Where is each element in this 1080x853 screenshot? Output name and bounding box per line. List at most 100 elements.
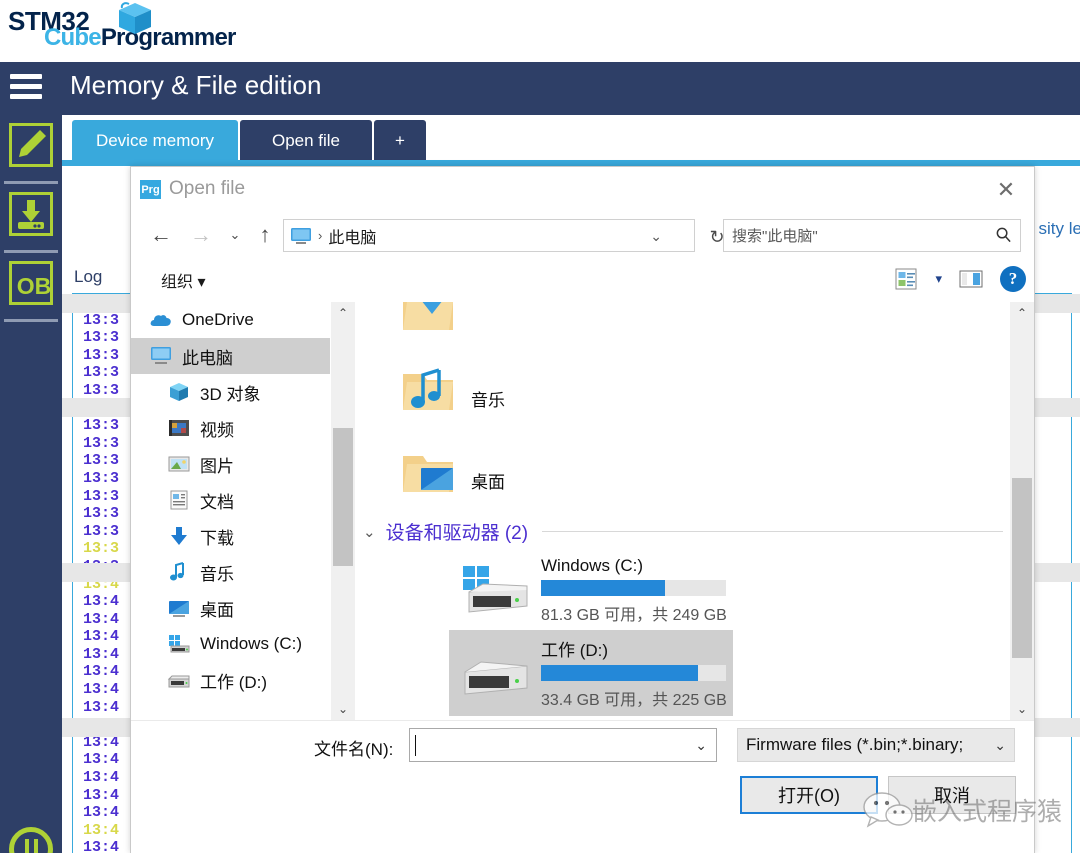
tree-item-3[interactable]: 视频 <box>131 410 330 446</box>
filename-chevron-down-icon[interactable]: ⌄ <box>695 737 707 754</box>
videos-icon <box>167 417 191 439</box>
group-rule <box>542 531 1003 532</box>
list-item[interactable]: 音乐 <box>397 360 505 422</box>
cancel-button[interactable]: 取消 <box>888 776 1016 814</box>
this-pc-icon <box>290 227 312 245</box>
file-type-filter-value: Firmware files (*.bin;*.binary; <box>746 735 964 754</box>
tree-scrollbar-thumb[interactable] <box>333 428 353 566</box>
documents-icon <box>167 489 191 511</box>
toolbar-right-group: ▾ ? <box>893 266 1026 292</box>
tree-item-2[interactable]: 3D 对象 <box>131 374 330 410</box>
sidebar-item-external-loaders[interactable] <box>0 184 62 250</box>
text-caret <box>415 735 416 756</box>
address-chevron-down-icon[interactable]: ⌄ <box>650 228 662 245</box>
file-list: 音乐桌面 ⌄ 设备和驱动器 (2) Windows (C:) 81.3 GB 可用… <box>355 302 1010 720</box>
page-title: Memory & File edition <box>70 70 322 100</box>
tree-item-label: 下载 <box>200 528 234 548</box>
search-input[interactable]: 搜索"此电脑" <box>732 225 818 246</box>
sidebar-item-erasing-programming[interactable] <box>0 115 62 181</box>
navigation-tree: OneDrive 此电脑 3D 对象视频图片 文档下载音乐桌面 Windows (C:)… <box>131 302 331 720</box>
arrow-up-icon[interactable]: ↑ <box>249 218 281 252</box>
tree-item-label: 桌面 <box>200 600 234 620</box>
tree-item-5[interactable]: 文档 <box>131 482 330 518</box>
drive-item[interactable]: 工作 (D:) 33.4 GB 可用，共 225 GB <box>449 630 733 716</box>
drive-name: 工作 (D:) <box>541 641 609 660</box>
arrow-left-icon[interactable]: ← <box>145 218 177 252</box>
capacity-bar <box>541 580 726 596</box>
sidebar-item-mcu-core[interactable] <box>0 809 62 853</box>
dialog-titlebar[interactable]: Prg Open file ✕ <box>131 167 1034 212</box>
tree-item-10[interactable]: 工作 (D:) <box>131 662 330 698</box>
address-bar[interactable]: › 此电脑 ⌄ <box>283 219 695 252</box>
tree-item-label: Windows (C:) <box>200 634 303 653</box>
filename-label: 文件名(N): <box>314 740 394 759</box>
ob-text-icon: OB <box>9 261 53 305</box>
tree-item-4[interactable]: 图片 <box>131 446 330 482</box>
chevron-down-icon[interactable]: ⌄ <box>219 218 251 252</box>
hamburger-menu-icon[interactable] <box>10 74 42 102</box>
prg-app-icon: Prg <box>140 180 161 199</box>
list-item[interactable] <box>397 302 471 342</box>
tree-item-label: 3D 对象 <box>200 384 261 404</box>
drive-item[interactable]: Windows (C:) 81.3 GB 可用，共 249 GB <box>449 550 733 631</box>
dialog-footer: 文件名(N): ⌄ Firmware files (*.bin;*.binary… <box>131 720 1034 853</box>
arrow-right-icon[interactable]: → <box>185 218 217 252</box>
tab-open-file-label: Open file <box>271 131 341 150</box>
tree-item-6[interactable]: 下载 <box>131 518 330 554</box>
tab-device-memory[interactable]: Device memory <box>72 120 238 162</box>
organize-button[interactable]: 组织 ▾ <box>161 268 206 292</box>
open-button[interactable]: 打开(O) <box>740 776 878 814</box>
preview-pane-icon[interactable] <box>958 266 984 292</box>
tree-item-7[interactable]: 音乐 <box>131 554 330 590</box>
hdd-icon <box>455 644 535 702</box>
tab-open-file[interactable]: Open file <box>240 120 372 162</box>
group-header-label: 设备和驱动器 (2) <box>385 523 529 544</box>
drive-capacity-text: 81.3 GB 可用，共 249 GB <box>541 607 727 624</box>
group-chevron-down-icon[interactable]: ⌄ <box>363 523 376 541</box>
windows-hdd-icon <box>455 562 535 620</box>
list-item-label: 音乐 <box>471 391 505 410</box>
help-icon[interactable]: ? <box>1000 266 1026 292</box>
scroll-down-icon[interactable]: ⌄ <box>331 698 355 720</box>
view-chevron-down-icon[interactable]: ▾ <box>935 271 942 287</box>
tab-add-new[interactable]: + <box>374 120 426 162</box>
filter-chevron-down-icon[interactable]: ⌄ <box>994 737 1006 754</box>
tree-item-1[interactable]: 此电脑 <box>131 338 330 374</box>
pencil-edit-icon <box>9 123 53 167</box>
filename-input[interactable]: ⌄ <box>409 728 717 762</box>
scroll-down-icon[interactable]: ⌄ <box>1010 698 1034 720</box>
sidebar-item-option-bytes[interactable]: OB <box>0 253 62 319</box>
scroll-up-icon[interactable]: ⌃ <box>1010 302 1034 324</box>
drive-icon <box>167 669 191 691</box>
brand-logo-band: STM32 CubeProgrammer <box>0 0 1080 62</box>
dialog-toolbar: 组织 ▾ ▾ ? <box>131 260 1034 302</box>
tree-scrollbar[interactable]: ⌃ ⌄ <box>331 302 355 720</box>
tree-item-0[interactable]: OneDrive <box>131 302 330 338</box>
view-options-icon[interactable] <box>893 266 919 292</box>
organize-chevron-down-icon: ▾ <box>197 274 206 291</box>
breadcrumb-current[interactable]: 此电脑 <box>328 224 376 248</box>
tree-item-label: 视频 <box>200 420 234 440</box>
group-header-devices[interactable]: ⌄ 设备和驱动器 (2) <box>363 518 1003 545</box>
chip-pins-icon <box>25 839 38 853</box>
list-item[interactable]: 桌面 <box>397 442 505 504</box>
tree-item-9[interactable]: Windows (C:) <box>131 626 330 662</box>
file-list-scrollbar-thumb[interactable] <box>1012 478 1032 658</box>
this-pc-icon <box>149 345 173 367</box>
list-item-label: 桌面 <box>471 473 505 492</box>
scroll-up-icon[interactable]: ⌃ <box>331 302 355 324</box>
desktop-icon <box>167 597 191 619</box>
search-box[interactable]: 搜索"此电脑" <box>723 219 1021 252</box>
file-type-filter[interactable]: Firmware files (*.bin;*.binary; ⌄ <box>737 728 1015 762</box>
file-list-scrollbar[interactable]: ⌃ ⌄ <box>1010 302 1034 720</box>
onedrive-cloud-icon <box>149 309 173 331</box>
3d-objects-icon <box>167 381 191 403</box>
cube-logo-icon <box>119 2 151 34</box>
windows-drive-icon <box>167 633 191 655</box>
close-icon[interactable]: ✕ <box>984 173 1028 207</box>
dialog-body: OneDrive 此电脑 3D 对象 视频 图片 文档 下载 音乐 桌面 Windows (C:)… <box>131 302 1034 720</box>
capacity-bar <box>541 665 726 681</box>
download-to-board-icon <box>9 192 53 236</box>
tree-item-label: 此电脑 <box>182 348 233 368</box>
tree-item-8[interactable]: 桌面 <box>131 590 330 626</box>
